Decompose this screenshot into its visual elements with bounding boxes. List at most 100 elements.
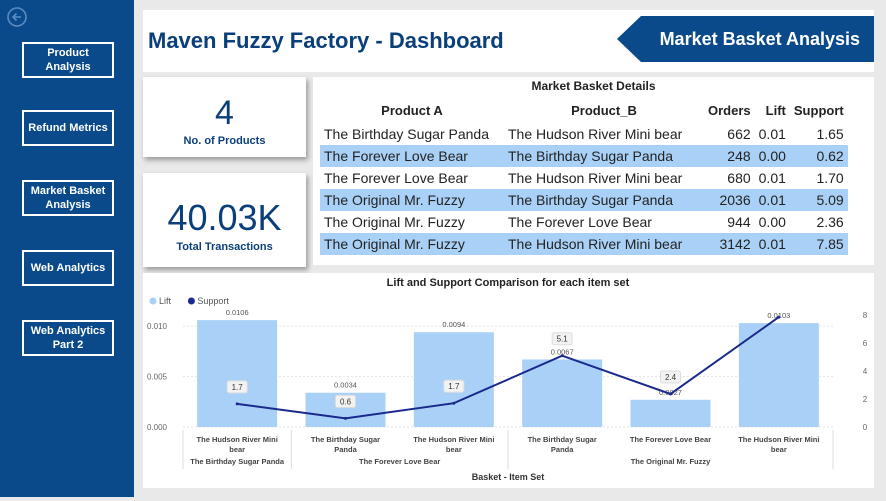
legend-marker-support [187, 297, 195, 305]
y-right-tick-label: 2 [863, 395, 868, 404]
support-data-label: 2.4 [665, 373, 677, 382]
market-basket-table: Product A Product_B Orders Lift Support … [320, 97, 848, 255]
x-group-label: The Birthday Sugar Panda [190, 457, 285, 466]
cell-product-a: The Forever Love Bear [320, 145, 504, 167]
nav-market-basket-analysis[interactable]: Market Basket Analysis [22, 180, 114, 216]
cell-support: 2.36 [816, 214, 844, 230]
cell-product-a: The Forever Love Bear [324, 170, 468, 186]
cell-product-b: The Birthday Sugar Panda [504, 145, 704, 167]
x-group-label: The Forever Love Bear [359, 457, 440, 466]
cell-lift: 0.01 [754, 233, 790, 255]
legend-marker-lift [149, 297, 157, 305]
cell-lift: 0.01 [758, 126, 786, 142]
y-right-tick-label: 4 [863, 367, 868, 376]
lift-bar-data-label: 0.0034 [334, 381, 357, 390]
chart-panel: Lift and Support Comparison for each ite… [143, 273, 874, 488]
cell-lift: 0.00 [758, 214, 786, 230]
chart-title: Lift and Support Comparison for each ite… [387, 277, 630, 289]
y-right-tick-label: 6 [863, 339, 868, 348]
y-right-tick-label: 8 [863, 311, 868, 320]
col-header-orders[interactable]: Orders [704, 97, 755, 123]
cell-product-a: The Original Mr. Fuzzy [320, 233, 504, 255]
kpi-label-products: No. of Products [183, 135, 266, 147]
cell-orders: 662 [727, 126, 751, 142]
x-category-label: The Hudson River Mini [738, 435, 819, 444]
cell-support: 7.85 [789, 233, 848, 255]
x-category-label: The Hudson River Mini [413, 435, 494, 444]
kpi-card-transactions: 40.03K Total Transactions [143, 173, 306, 267]
kpi-label-transactions: Total Transactions [176, 241, 273, 253]
cell-support: 0.62 [789, 145, 848, 167]
cell-product-b: The Birthday Sugar Panda [504, 189, 704, 211]
cell-orders: 3142 [704, 233, 755, 255]
lift-support-chart: Lift and Support Comparison for each ite… [147, 277, 868, 482]
y-left-tick-label: 0.010 [147, 322, 168, 331]
table-row[interactable]: The Birthday Sugar Panda The Hudson River… [320, 123, 848, 145]
sidebar: Product Analysis Refund Metrics Market B… [0, 0, 134, 497]
lift-bar [197, 320, 278, 427]
nav-product-analysis[interactable]: Product Analysis [22, 42, 114, 78]
x-category-label: bear [771, 445, 787, 454]
cell-product-b: The Forever Love Bear [508, 214, 652, 230]
col-header-lift[interactable]: Lift [755, 97, 790, 123]
x-category-label: The Birthday Sugar [311, 435, 380, 444]
cell-support: 1.65 [816, 126, 844, 142]
lift-bar [738, 323, 819, 427]
table-row[interactable]: The Original Mr. Fuzzy The Hudson River M… [320, 233, 848, 255]
x-category-label: Panda [551, 445, 574, 454]
table-row[interactable]: The Forever Love Bear The Hudson River Mi… [320, 167, 848, 189]
support-data-label: 1.7 [232, 383, 244, 392]
support-data-label: 0.6 [340, 397, 352, 406]
cell-orders: 944 [727, 214, 751, 230]
cell-orders: 680 [727, 170, 751, 186]
cell-product-b: The Hudson River Mini bear [504, 233, 704, 255]
table-row[interactable]: The Forever Love Bear The Birthday Sugar … [320, 145, 848, 167]
lift-bar-data-label: 0.0106 [226, 308, 249, 317]
support-point [777, 315, 781, 319]
y-right-tick-label: 0 [863, 423, 868, 432]
cell-product-b: The Hudson River Mini bear [508, 170, 683, 186]
nav-web-analytics-part-2[interactable]: Web Analytics Part 2 [22, 320, 114, 356]
cell-orders: 248 [704, 145, 755, 167]
cell-product-a: The Original Mr. Fuzzy [320, 189, 504, 211]
x-category-label: bear [446, 445, 462, 454]
x-group-label: The Original Mr. Fuzzy [631, 457, 711, 466]
x-category-label: The Birthday Sugar [528, 435, 597, 444]
support-data-label: 1.7 [448, 382, 460, 391]
x-category-label: Panda [334, 445, 357, 454]
support-point [235, 402, 239, 406]
table-row[interactable]: The Original Mr. Fuzzy The Forever Love B… [320, 211, 848, 233]
x-axis-title: Basket - Item Set [472, 472, 545, 482]
support-point [452, 401, 456, 405]
table-row[interactable]: The Original Mr. Fuzzy The Birthday Sugar… [320, 189, 848, 211]
x-category-label: The Forever Love Bear [630, 435, 711, 444]
support-point [560, 354, 564, 358]
cell-product-a: The Original Mr. Fuzzy [324, 214, 465, 230]
support-point [669, 392, 672, 396]
support-data-label: 5.1 [557, 335, 569, 344]
kpi-value-products: 4 [215, 94, 234, 132]
page-title: Maven Fuzzy Factory - Dashboard [148, 28, 504, 53]
cell-orders: 2036 [704, 189, 755, 211]
col-header-support[interactable]: Support [790, 97, 848, 123]
cell-support: 1.70 [816, 170, 844, 186]
support-point [344, 416, 347, 420]
back-arrow-icon[interactable] [6, 6, 28, 28]
lift-bar [630, 399, 711, 427]
nav-refund-metrics[interactable]: Refund Metrics [22, 110, 114, 146]
col-header-product-b[interactable]: Product_B [504, 97, 704, 123]
x-category-label: bear [229, 445, 245, 454]
page-banner: Market Basket Analysis [617, 16, 874, 62]
x-category-label: The Hudson River Mini [197, 435, 278, 444]
legend-label-lift: Lift [159, 296, 172, 306]
nav-web-analytics[interactable]: Web Analytics [22, 250, 114, 286]
cell-product-a: The Birthday Sugar Panda [324, 126, 489, 142]
kpi-card-products: 4 No. of Products [143, 77, 306, 157]
col-header-product-a[interactable]: Product A [320, 97, 504, 123]
table-title: Market Basket Details [531, 79, 656, 93]
cell-product-b: The Hudson River Mini bear [508, 126, 683, 142]
market-basket-table-panel: Market Basket Details Product A Product_… [313, 77, 874, 265]
cell-lift: 0.00 [754, 145, 790, 167]
banner-label: Market Basket Analysis [659, 28, 860, 49]
y-left-tick-label: 0.000 [147, 423, 168, 432]
